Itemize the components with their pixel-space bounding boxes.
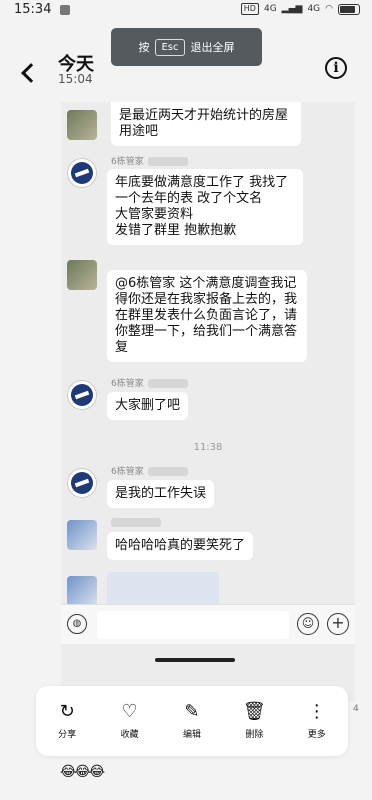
avatar[interactable]: [67, 260, 97, 290]
plus-icon[interactable]: +: [327, 613, 349, 635]
message-bubble[interactable]: 哈哈哈哈真的要笑死了: [107, 532, 254, 560]
signal-label-1: 4G: [263, 4, 277, 14]
sender-name: 6栋管家: [111, 154, 188, 167]
share-button[interactable]: ↻ 分享: [40, 701, 94, 741]
avatar[interactable]: [67, 520, 97, 550]
toast-suffix: 退出全屏: [190, 41, 235, 54]
system-nav-bar: [0, 786, 372, 800]
more-label: 更多: [307, 730, 326, 740]
message-bubble[interactable]: 是最近两天才开始统计的房屋用途吧: [111, 102, 301, 146]
more-icon: ⋮: [307, 701, 326, 722]
trash-icon: 🗑: [242, 701, 266, 722]
reaction-emojis: 😂😂😂: [60, 764, 105, 780]
avatar[interactable]: [67, 110, 97, 140]
exit-fullscreen-toast: 按 Esc 退出全屏: [111, 28, 262, 66]
timestamp: 11:38: [193, 442, 223, 453]
status-bar: 15:34 HD 4G ▂▄▆ 4G ◠: [0, 0, 372, 22]
toast-prefix: 按: [138, 41, 150, 54]
avatar[interactable]: [67, 468, 97, 498]
home-indicator: [155, 658, 235, 662]
avatar[interactable]: [67, 380, 97, 410]
emoji-icon[interactable]: ☺: [297, 613, 319, 635]
input-bar: ◍ ☺ +: [61, 604, 355, 644]
photo-toolbar: ↻ 分享 ♡ 收藏 ✎ 编辑 🗑 删除 ⋮ 更多: [36, 686, 348, 756]
image-message[interactable]: [107, 572, 219, 608]
status-time: 15:34: [14, 2, 52, 17]
edit-button[interactable]: ✎ 编辑: [165, 701, 219, 741]
edit-icon: ✎: [184, 701, 200, 722]
sender-name: 6栋管家: [111, 464, 188, 477]
heart-icon: ♡: [121, 701, 138, 722]
notification-icon: [60, 5, 70, 15]
avatar[interactable]: [67, 158, 97, 188]
share-icon: ↻: [59, 701, 75, 722]
voice-icon[interactable]: ◍: [67, 614, 87, 634]
info-icon[interactable]: i: [325, 57, 347, 79]
message-bubble[interactable]: 大家删了吧: [107, 392, 189, 420]
favorite-button[interactable]: ♡ 收藏: [103, 701, 157, 741]
esc-key: Esc: [155, 38, 185, 56]
back-chevron-icon[interactable]: [21, 63, 41, 83]
favorite-label: 收藏: [120, 730, 139, 740]
signal-icon: ▂▄▆: [281, 4, 303, 14]
page-subtitle: 15:04: [58, 72, 93, 86]
message-bubble[interactable]: @6栋管家 这个满意度调查我记得你还是在我家报备上去的，我在群里发表什么负面言论…: [107, 270, 307, 362]
avatar[interactable]: [67, 576, 97, 606]
hd-badge: HD: [240, 3, 259, 15]
signal-label-2: 4G: [307, 4, 321, 14]
more-button[interactable]: ⋮ 更多: [290, 701, 344, 741]
page-number: 4: [353, 704, 359, 714]
message-input[interactable]: [97, 611, 289, 639]
delete-label: 删除: [245, 730, 264, 740]
delete-button[interactable]: 🗑 删除: [227, 701, 281, 741]
wifi-icon: ◠: [325, 4, 333, 14]
message-bubble[interactable]: 是我的工作失误: [107, 480, 215, 508]
message-bubble[interactable]: 年底要做满意度工作了 我找了一个去年的表 改了个文名 大管家要资料 发错了群里 …: [107, 169, 303, 245]
edit-label: 编辑: [182, 730, 201, 740]
status-indicators: HD 4G ▂▄▆ 4G ◠: [240, 3, 360, 15]
sender-name: [111, 518, 161, 528]
share-label: 分享: [58, 730, 77, 740]
battery-icon: [338, 3, 360, 15]
sender-name: 6栋管家: [111, 376, 188, 389]
